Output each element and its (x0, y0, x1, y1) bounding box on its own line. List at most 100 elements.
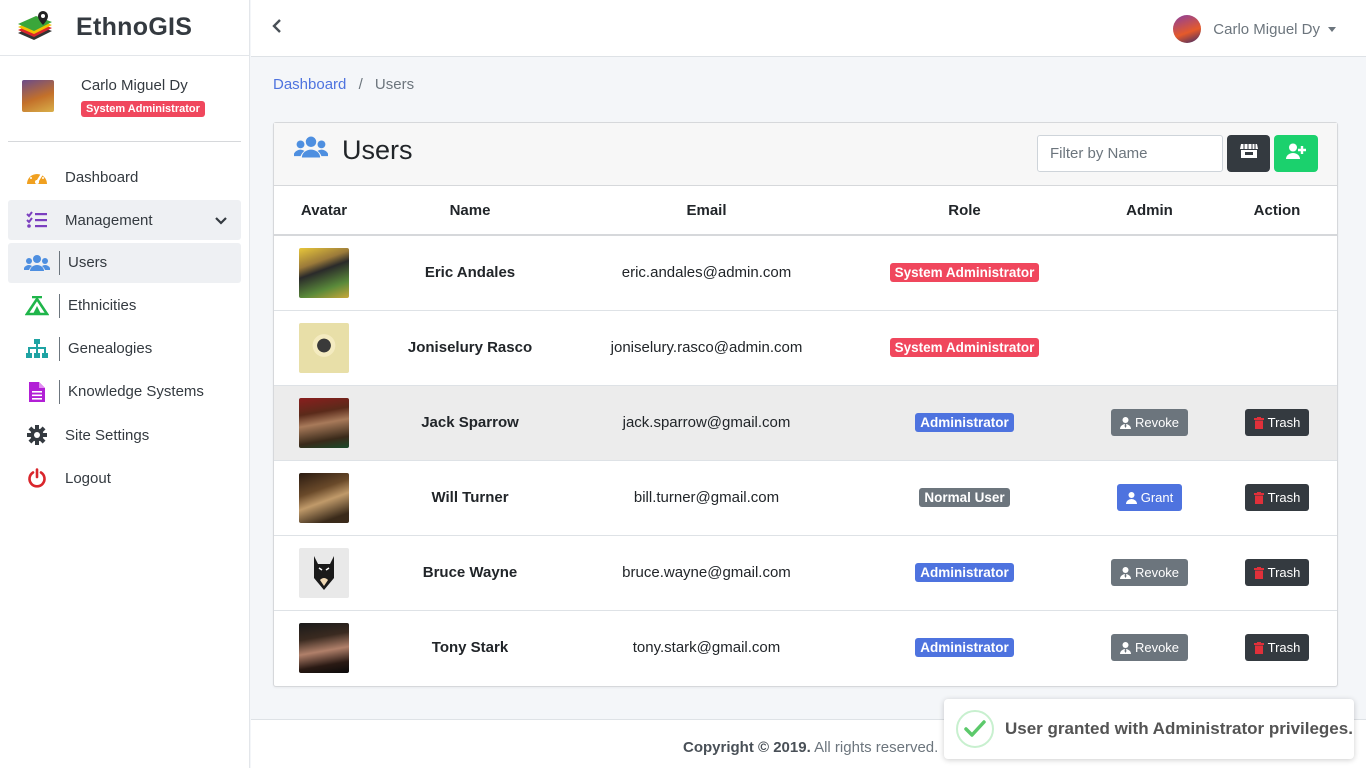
trash-button[interactable]: Trash (1244, 409, 1310, 436)
column-header-avatar: Avatar (274, 186, 374, 236)
user-name: Jack Sparrow (374, 384, 566, 460)
user-email: joniselury.rasco@admin.com (566, 309, 847, 385)
user-tie-icon (1119, 416, 1131, 429)
user-name: Will Turner (374, 459, 566, 535)
brand-title: EthnoGIS (76, 13, 193, 41)
breadcrumb-current: Users (374, 76, 415, 93)
trash-label: Trash (1267, 565, 1301, 580)
brand-logo-icon (16, 9, 54, 46)
breadcrumb-separator: / (358, 76, 363, 93)
role-badge: Administrator (915, 413, 1014, 432)
power-icon (24, 467, 50, 489)
table-row: Eric Andales eric.andales@admin.com Syst… (274, 234, 1337, 310)
user-role-badge: System Administrator (81, 101, 205, 117)
user-email: bruce.wayne@gmail.com (566, 534, 847, 610)
user-panel-name: Carlo Miguel Dy (81, 77, 188, 94)
sidebar-item-label: Knowledge Systems (59, 380, 204, 404)
table-row: Will Turner bill.turner@gmail.com Normal… (274, 459, 1337, 535)
rights-text: All rights reserved. (810, 739, 939, 756)
filter-by-name-input[interactable] (1037, 135, 1223, 172)
user-name: Eric Andales (374, 234, 566, 310)
sidebar-item-label: Management (65, 211, 153, 229)
brand[interactable]: EthnoGIS (0, 0, 249, 56)
avatar (299, 322, 349, 373)
sidebar-item-knowledge-systems[interactable]: Knowledge Systems (8, 372, 241, 412)
column-header-name: Name (374, 186, 566, 236)
action-cell (1217, 234, 1337, 310)
users-card: Users Avatar Name Email Role Admin Actio… (273, 122, 1338, 687)
sidebar-item-label: Genealogies (59, 337, 152, 361)
success-toast[interactable]: User granted with Administrator privileg… (944, 699, 1354, 759)
sidebar-item-label: Users (59, 251, 107, 275)
toast-message: User granted with Administrator privileg… (1005, 719, 1353, 738)
users-icon (24, 252, 50, 274)
user-email: bill.turner@gmail.com (566, 459, 847, 535)
sidebar: EthnoGIS Carlo Miguel Dy System Administ… (0, 0, 250, 768)
trash-button[interactable]: Trash (1244, 484, 1310, 511)
role-badge: Normal User (919, 488, 1010, 507)
revoke-button[interactable]: Revoke (1110, 634, 1189, 662)
add-user-button[interactable] (1274, 135, 1318, 172)
table-row: Joniselury Rasco joniselury.rasco@admin.… (274, 309, 1337, 385)
avatar (299, 547, 349, 598)
sidebar-item-site-settings[interactable]: Site Settings (8, 415, 241, 455)
trash-button[interactable]: Trash (1244, 559, 1310, 586)
user-email: jack.sparrow@gmail.com (566, 384, 847, 460)
sitemap-icon (24, 338, 50, 360)
sidebar-item-genealogies[interactable]: Genealogies (8, 329, 241, 369)
sidebar-item-label: Ethnicities (59, 294, 136, 318)
sidebar-item-management[interactable]: Management (8, 200, 241, 240)
table-row: Bruce Wayne bruce.wayne@gmail.com Admini… (274, 534, 1337, 610)
user-email: eric.andales@admin.com (566, 234, 847, 310)
list-check-icon (24, 209, 50, 231)
table-row: Tony Stark tony.stark@gmail.com Administ… (274, 609, 1337, 685)
trash-button[interactable]: Trash (1244, 634, 1310, 662)
file-icon (24, 381, 50, 403)
speedometer-icon (24, 166, 50, 188)
role-badge: Administrator (915, 563, 1014, 582)
gear-icon (24, 424, 50, 446)
copyright-text: Copyright © 2019. (683, 739, 811, 756)
user-name: Tony Stark (374, 609, 566, 685)
sidebar-item-label: Site Settings (65, 426, 150, 444)
sidebar-item-label: Dashboard (65, 168, 139, 186)
sidebar-item-logout[interactable]: Logout (8, 458, 241, 498)
check-circle-icon (956, 710, 994, 748)
column-header-role: Role (847, 186, 1082, 236)
sidebar-item-ethnicities[interactable]: Ethnicities (8, 286, 241, 326)
footer-text: Copyright © 2019. All rights reserved. (683, 739, 938, 756)
revoke-button[interactable]: Revoke (1110, 409, 1189, 436)
trash-icon (1253, 566, 1264, 579)
page-title: Users (293, 135, 413, 166)
sidebar-item-label: Logout (65, 469, 111, 487)
chevron-left-icon[interactable] (271, 18, 283, 39)
avatar (1173, 15, 1202, 43)
filter-button[interactable] (1227, 135, 1270, 172)
table-header-row: Avatar Name Email Role Admin Action (274, 186, 1337, 236)
grant-button[interactable]: Grant (1116, 484, 1183, 511)
sidebar-item-users[interactable]: Users (8, 243, 241, 283)
tent-icon (24, 295, 50, 317)
admin-cell (1082, 309, 1217, 385)
user-plus-icon (1286, 143, 1306, 164)
sidebar-nav: Dashboard Management Users Ethnicities G… (0, 157, 249, 498)
user-menu[interactable]: Carlo Miguel Dy (1173, 15, 1336, 43)
avatar (299, 397, 349, 448)
user-panel: Carlo Miguel Dy System Administrator (8, 56, 241, 142)
topbar: Carlo Miguel Dy (251, 0, 1366, 57)
trash-label: Trash (1267, 640, 1301, 656)
revoke-label: Revoke (1134, 415, 1180, 430)
breadcrumb-dashboard-link[interactable]: Dashboard (273, 76, 346, 93)
revoke-button[interactable]: Revoke (1110, 559, 1189, 586)
role-badge: Administrator (915, 638, 1014, 658)
user-name: Joniselury Rasco (374, 309, 566, 385)
breadcrumb: Dashboard / Users (273, 76, 414, 93)
avatar (299, 472, 349, 523)
revoke-label: Revoke (1134, 640, 1180, 656)
sidebar-item-dashboard[interactable]: Dashboard (8, 157, 241, 197)
admin-cell (1082, 234, 1217, 310)
trash-icon (1253, 641, 1264, 654)
avatar (299, 247, 349, 298)
trash-icon (1253, 416, 1264, 429)
column-header-admin: Admin (1082, 186, 1217, 236)
